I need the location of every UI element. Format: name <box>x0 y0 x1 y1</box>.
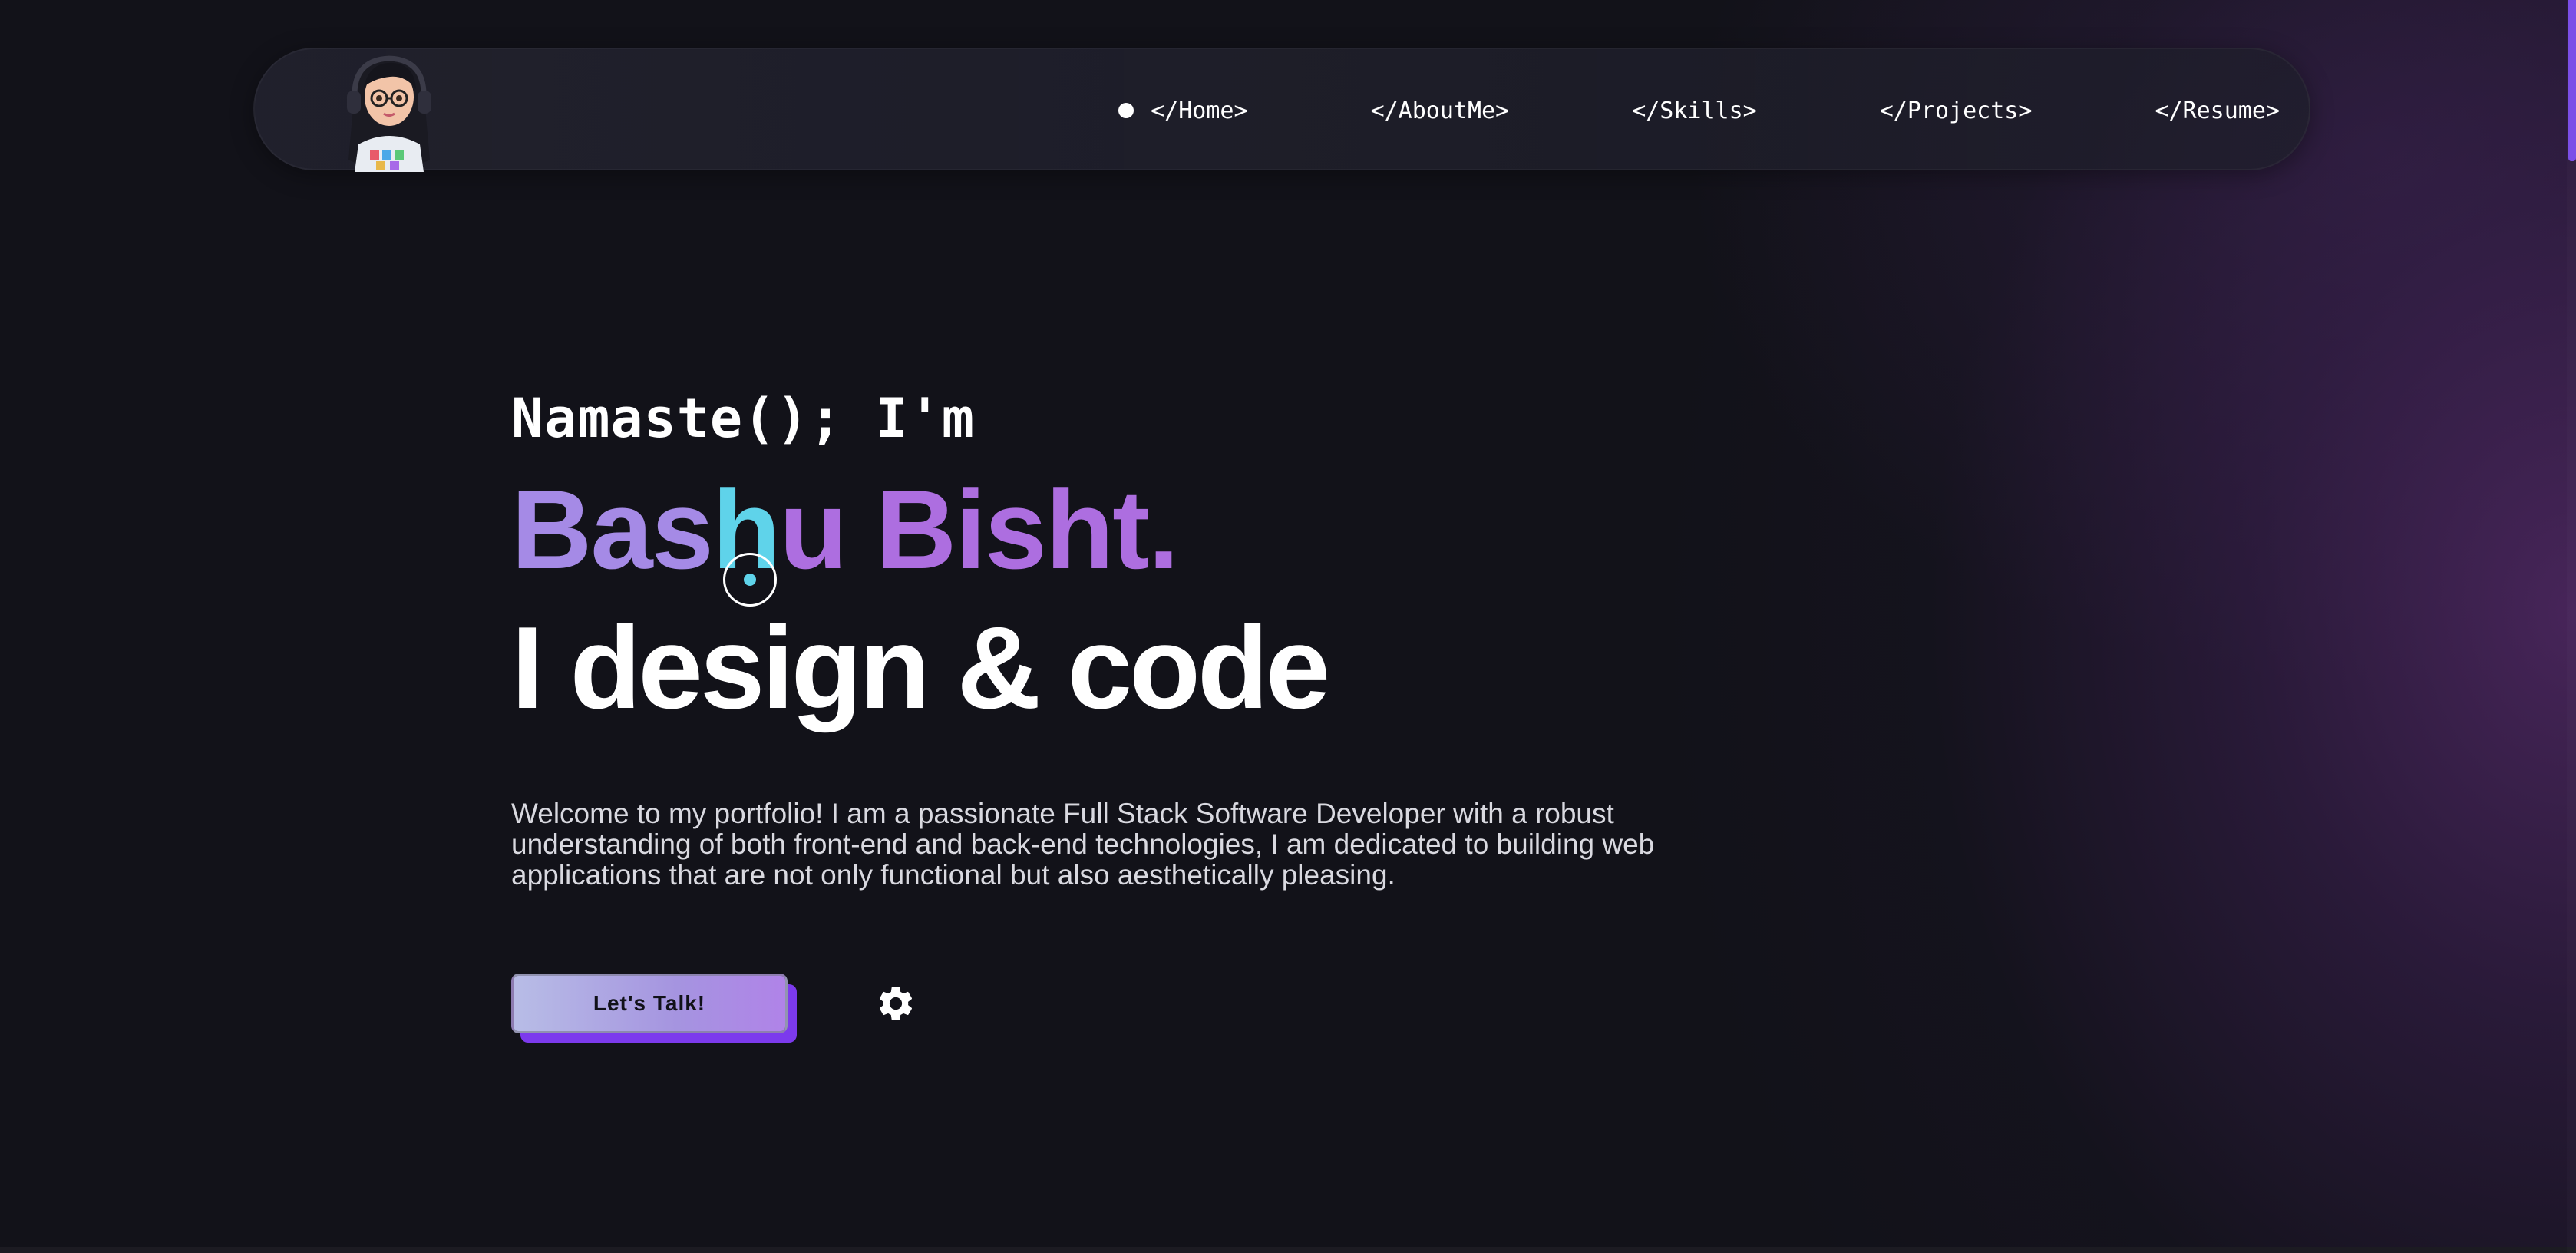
hero-section: Namaste(); I'm Bashu Bisht. I design & c… <box>511 384 1739 1050</box>
custom-cursor-dot <box>744 574 756 586</box>
greeting-text: Namaste(); I'm <box>511 387 976 450</box>
scrollbar[interactable] <box>2567 0 2576 1253</box>
cta-row: Let's Talk! <box>511 974 1739 1050</box>
intro-paragraph: Welcome to my portfolio! I am a passiona… <box>511 798 1655 891</box>
hero-name: Bashu Bisht. <box>511 468 1739 591</box>
nav-item-label: </Home> <box>1151 97 1248 124</box>
nav-links: </Home> </AboutMe> </Skills> </Projects>… <box>1118 49 2280 172</box>
page-bottom-border <box>0 1247 2576 1253</box>
nav-item-aboutme[interactable]: </AboutMe> <box>1371 98 1510 124</box>
scrollbar-thumb[interactable] <box>2568 0 2576 161</box>
avatar-with-headphones-icon <box>347 55 431 172</box>
gear-icon[interactable] <box>875 983 916 1024</box>
active-indicator-dot <box>1118 103 1134 118</box>
nav-item-label: </Resume> <box>2155 97 2280 124</box>
navbar: </Home> </AboutMe> </Skills> </Projects>… <box>253 45 2310 172</box>
hero-name-part: Bas <box>511 467 714 592</box>
nav-item-home[interactable]: </Home> <box>1118 97 1248 124</box>
nav-item-resume[interactable]: </Resume> <box>2155 98 2280 124</box>
nav-item-label: </Projects> <box>1879 97 2033 124</box>
avatar[interactable] <box>332 45 447 172</box>
hero-name-part: u Bisht. <box>779 467 1179 592</box>
hero-tagline: I design & code <box>511 603 1330 733</box>
page: </Home> </AboutMe> </Skills> </Projects>… <box>0 0 2576 1253</box>
lets-talk-button[interactable]: Let's Talk! <box>511 974 788 1033</box>
nav-item-label: </Skills> <box>1632 97 1757 124</box>
nav-item-projects[interactable]: </Projects> <box>1880 98 2033 124</box>
nav-item-skills[interactable]: </Skills> <box>1632 98 1757 124</box>
nav-item-label: </AboutMe> <box>1370 97 1510 124</box>
